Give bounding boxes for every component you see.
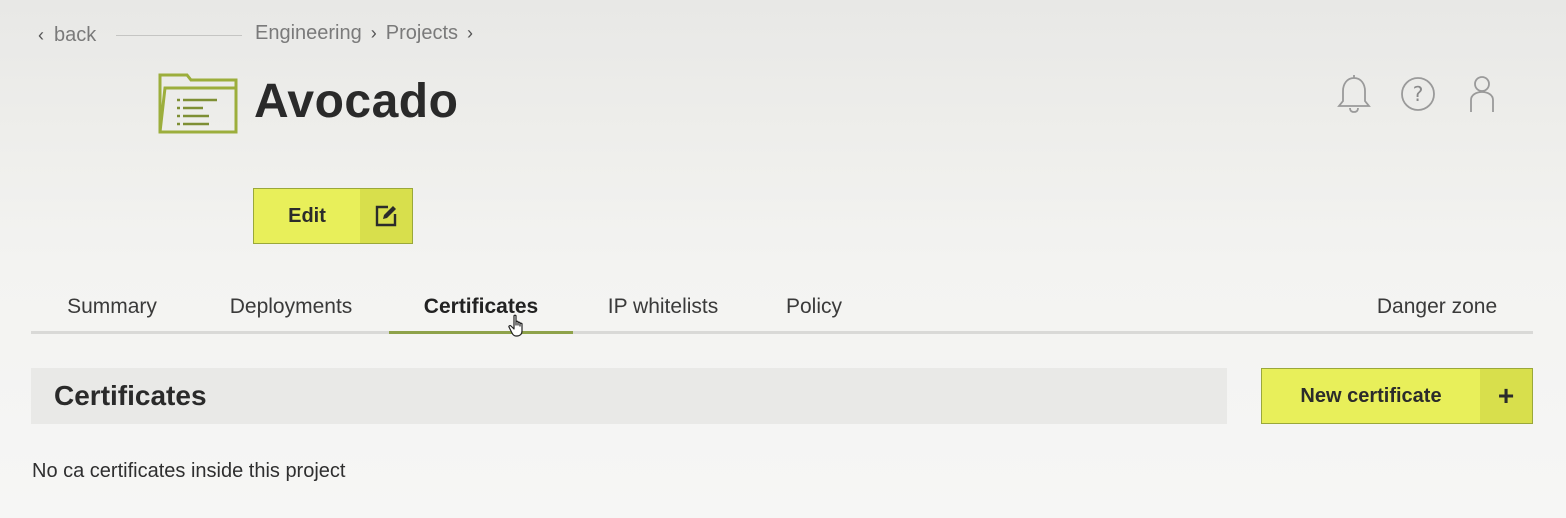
- tab-policy[interactable]: Policy: [769, 282, 859, 331]
- bell-icon[interactable]: [1322, 72, 1386, 116]
- svg-text:?: ?: [1413, 82, 1424, 106]
- plus-icon: +: [1480, 369, 1532, 423]
- chevron-right-icon: ›: [467, 23, 473, 43]
- section-title: Certificates: [54, 380, 207, 411]
- breadcrumb-item-engineering[interactable]: Engineering: [255, 22, 362, 45]
- tab-bar: Summary Deployments Certificates IP whit…: [31, 282, 1533, 334]
- new-certificate-button[interactable]: New certificate +: [1261, 368, 1533, 424]
- tab-deployments[interactable]: Deployments: [211, 282, 371, 331]
- edit-button-label: Edit: [288, 204, 326, 227]
- breadcrumb-item-projects[interactable]: Projects: [386, 22, 458, 45]
- chevron-right-icon: ›: [370, 23, 377, 43]
- page-title: Avocado: [254, 75, 459, 128]
- tab-summary[interactable]: Summary: [31, 282, 193, 331]
- user-icon[interactable]: [1450, 72, 1514, 116]
- certificates-section-header: Certificates: [31, 368, 1227, 424]
- tab-danger-zone[interactable]: Danger zone: [1363, 282, 1511, 331]
- new-certificate-label: New certificate: [1300, 384, 1442, 407]
- nav-divider: [116, 35, 242, 36]
- tab-certificates[interactable]: Certificates: [389, 282, 573, 334]
- tab-ip-whitelists[interactable]: IP whitelists: [591, 282, 735, 331]
- help-icon[interactable]: ?: [1386, 72, 1450, 116]
- top-nav: ‹ back: [38, 22, 96, 48]
- edit-icon: [360, 189, 412, 243]
- header-actions: ?: [1322, 72, 1514, 116]
- back-link[interactable]: ‹ back: [38, 24, 96, 47]
- edit-button[interactable]: Edit: [253, 188, 413, 244]
- back-label: back: [54, 23, 97, 46]
- chevron-left-icon: ‹: [38, 24, 44, 45]
- empty-state-message: No ca certificates inside this project: [32, 460, 346, 482]
- breadcrumb: Engineering › Projects ›: [255, 22, 482, 45]
- folder-list-icon: [157, 72, 239, 136]
